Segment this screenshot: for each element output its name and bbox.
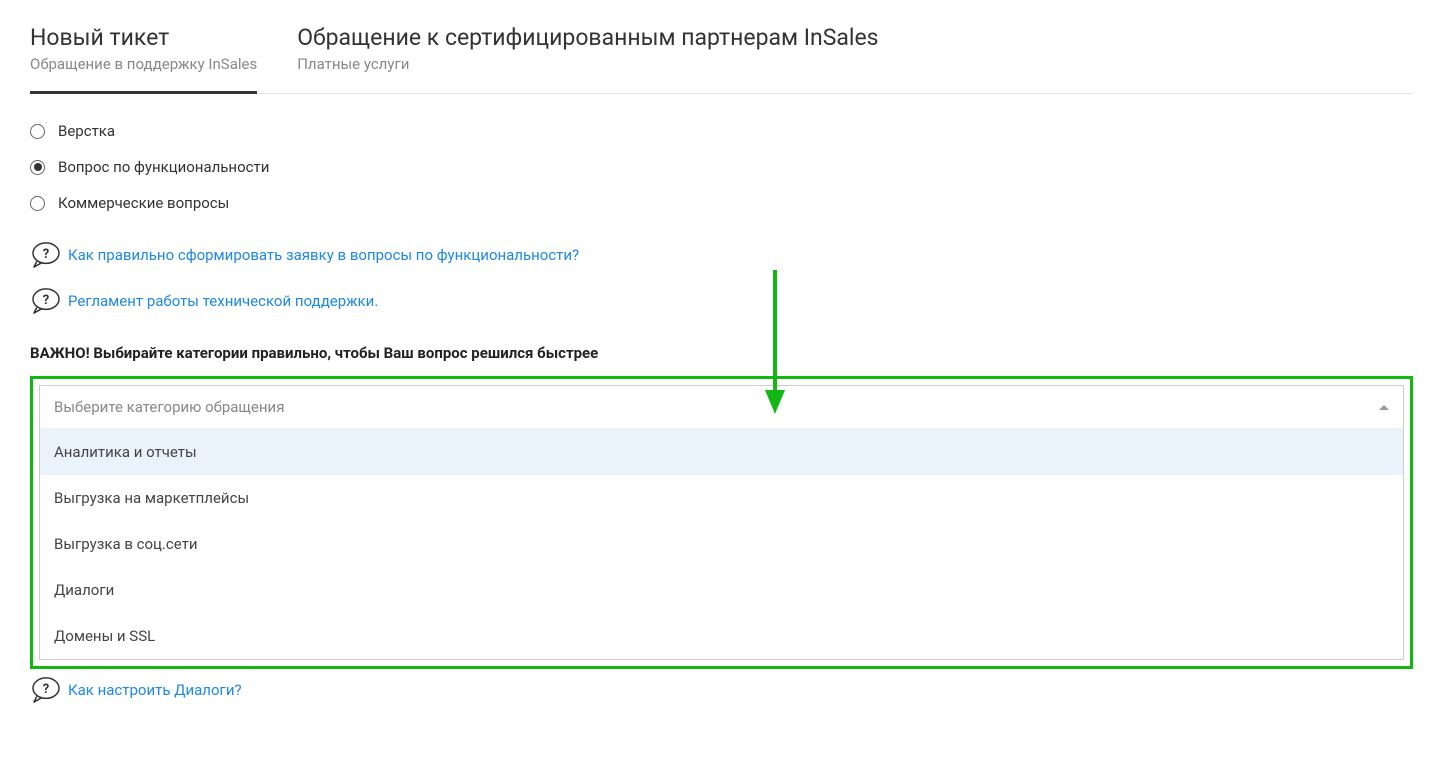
radio-label: Коммерческие вопросы [58, 194, 229, 212]
question-bubble-icon: ? [30, 288, 62, 314]
question-bubble-icon: ? [30, 242, 62, 268]
select-option[interactable]: Аналитика и отчеты [40, 429, 1403, 475]
radio-icon [30, 124, 45, 139]
help-row: ? Как правильно сформировать заявку в во… [30, 242, 1413, 268]
important-note: ВАЖНО! Выбирайте категории правильно, чт… [30, 344, 1413, 362]
select-option[interactable]: Выгрузка в соц.сети [40, 521, 1403, 567]
radio-functionality[interactable]: Вопрос по функциональности [30, 158, 1413, 176]
radio-commercial[interactable]: Коммерческие вопросы [30, 194, 1413, 212]
tab-title: Обращение к сертифицированным партнерам … [297, 24, 878, 51]
category-select[interactable]: Выберите категорию обращения Аналитика и… [39, 385, 1404, 660]
radio-layout[interactable]: Верстка [30, 122, 1413, 140]
category-select-highlight: Выберите категорию обращения Аналитика и… [30, 376, 1413, 669]
help-links: ? Как правильно сформировать заявку в во… [30, 242, 1413, 314]
question-bubble-icon: ? [30, 677, 62, 703]
help-link-dialogs[interactable]: Как настроить Диалоги? [68, 681, 242, 699]
select-placeholder: Выберите категорию обращения [54, 398, 284, 416]
svg-text:?: ? [43, 247, 49, 262]
tab-title: Новый тикет [30, 24, 257, 51]
help-link-regulations[interactable]: Регламент работы технической поддержки. [68, 292, 378, 310]
help-row: ? Регламент работы технической поддержки… [30, 288, 1413, 314]
tabs-bar: Новый тикет Обращение в поддержку InSale… [30, 24, 1413, 94]
select-option[interactable]: Домены и SSL [40, 613, 1403, 659]
radio-icon [30, 196, 45, 211]
svg-text:?: ? [43, 682, 49, 697]
select-options-list[interactable]: Аналитика и отчеты Выгрузка на маркетпле… [40, 428, 1403, 659]
radio-label: Вопрос по функциональности [58, 158, 269, 176]
radio-label: Верстка [58, 122, 115, 140]
tab-subtitle: Платные услуги [297, 55, 878, 73]
select-option[interactable]: Выгрузка на маркетплейсы [40, 475, 1403, 521]
select-header[interactable]: Выберите категорию обращения [40, 386, 1403, 428]
category-radios: Верстка Вопрос по функциональности Комме… [30, 122, 1413, 212]
svg-text:?: ? [43, 293, 49, 308]
help-link-guidelines[interactable]: Как правильно сформировать заявку в вопр… [68, 246, 579, 264]
caret-up-icon [1379, 405, 1389, 410]
tab-new-ticket[interactable]: Новый тикет Обращение в поддержку InSale… [30, 24, 257, 94]
tab-subtitle: Обращение в поддержку InSales [30, 55, 257, 73]
help-row: ? Как настроить Диалоги? [30, 677, 1413, 703]
radio-icon [30, 160, 45, 175]
tab-partners[interactable]: Обращение к сертифицированным партнерам … [297, 24, 878, 94]
select-option[interactable]: Диалоги [40, 567, 1403, 613]
